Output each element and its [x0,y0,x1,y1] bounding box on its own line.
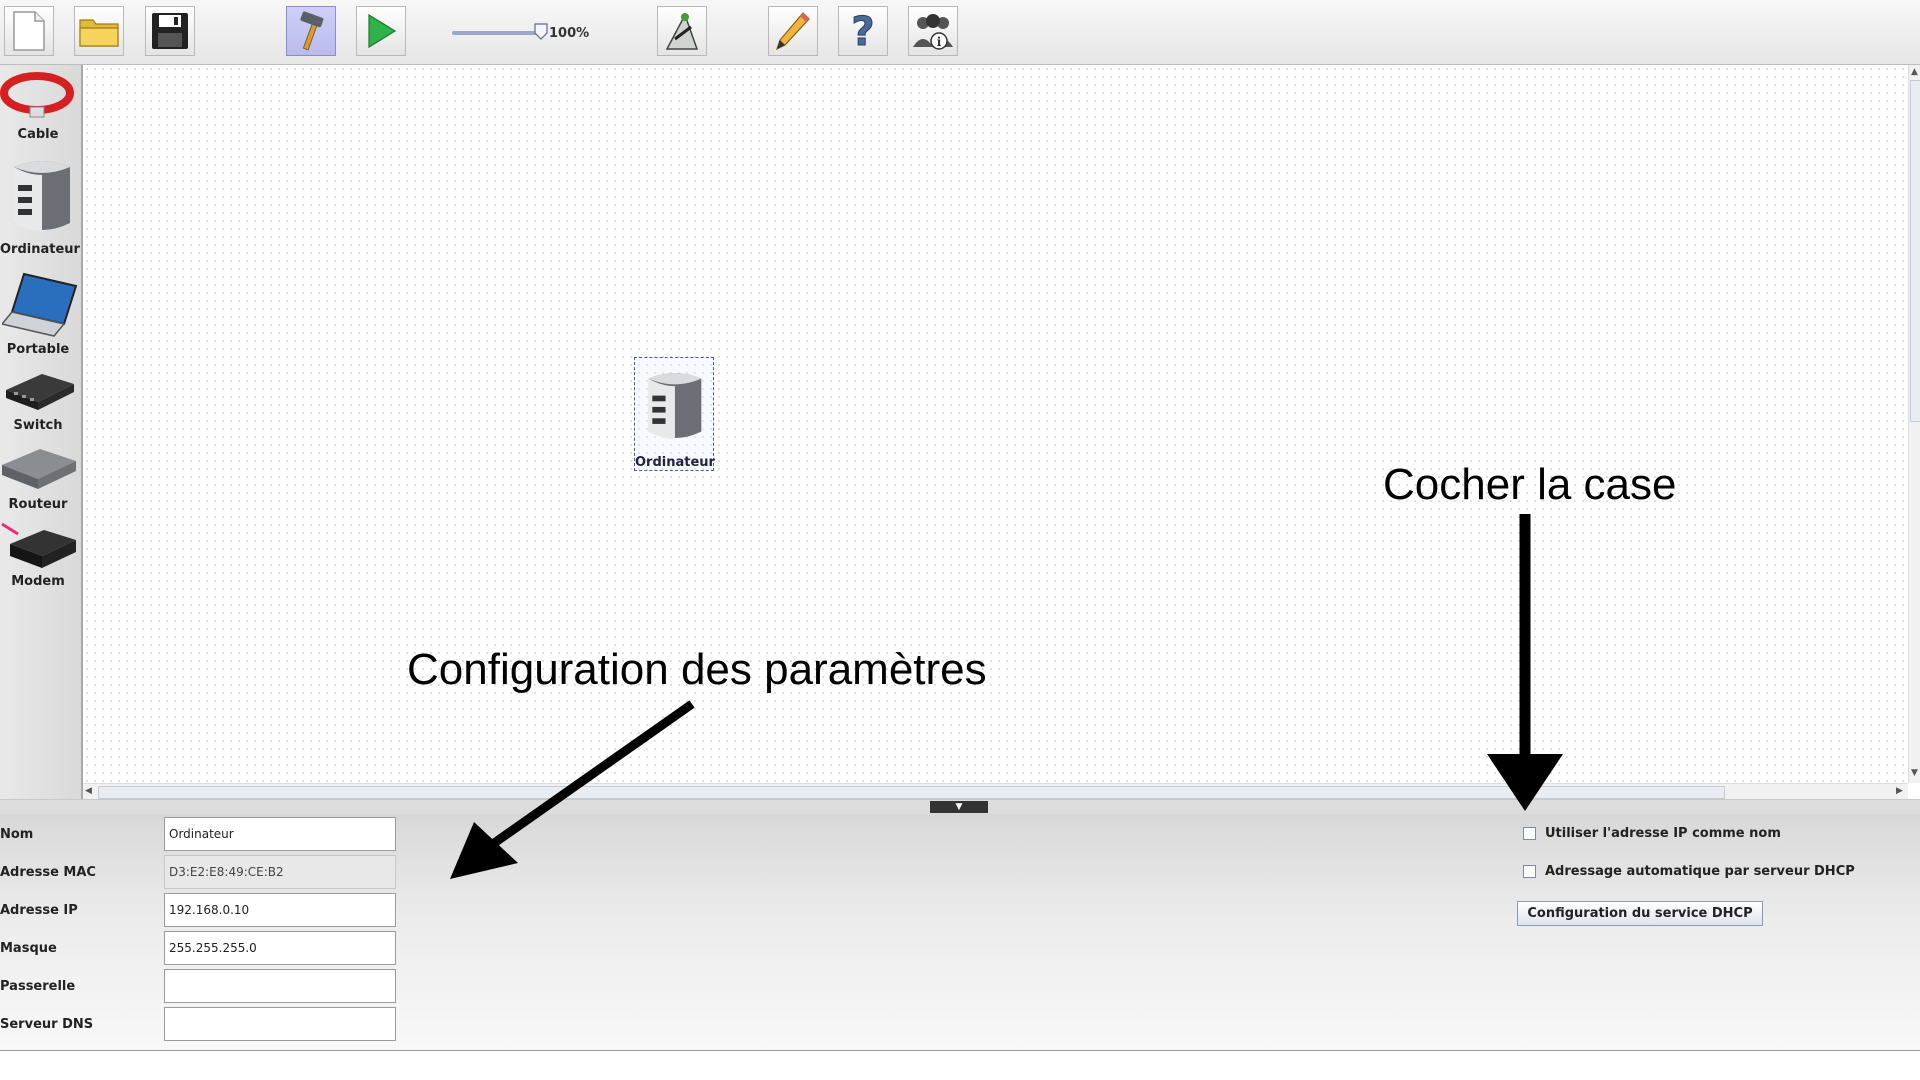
palette-item-label: Routeur [8,497,68,512]
open-button[interactable] [74,6,124,56]
checkbox-box[interactable] [1523,864,1536,878]
checkbox-box[interactable] [1523,826,1536,840]
canvas-node-ordinateur[interactable]: Ordinateur [634,357,715,471]
palette-item-cable[interactable]: Cable [0,67,81,147]
zoom-thumb-icon[interactable] [534,23,548,41]
palette-item-modem[interactable]: Modem [0,514,81,594]
vertical-scroll-thumb[interactable] [1910,80,1920,422]
computer-icon [14,161,70,231]
computer-icon [648,373,702,439]
palette-item-label: Cable [17,127,59,142]
design-mode-button[interactable] [286,6,336,56]
about-button[interactable]: i [908,6,958,56]
dhcp-config-button[interactable]: Configuration du service DHCP [1517,901,1763,926]
svg-text:i: i [937,35,942,49]
palette-item-label: Ordinateur [0,242,80,257]
field-label: Serveur DNS [0,1017,94,1032]
new-file-icon [13,11,45,51]
scroll-right-icon[interactable]: ▶ [1896,786,1903,796]
palette-item-switch[interactable]: Switch [0,362,81,437]
network-tool-icon [665,13,699,50]
panel-divider[interactable]: ▼ [0,799,1920,815]
svg-text:?: ? [851,9,874,53]
network-tool-button[interactable] [657,6,707,56]
network-canvas[interactable] [83,65,1908,783]
horizontal-scroll-thumb[interactable] [98,786,1725,799]
palette-item-label: Switch [13,418,63,433]
field-label: Nom [0,827,34,842]
collapse-handle[interactable]: ▼ [930,801,988,813]
switch-icon [6,374,74,410]
palette-item-ordinateur[interactable]: Ordinateur [0,147,81,262]
zoom-value: 100% [549,26,590,41]
open-folder-icon [79,19,119,47]
netmask-field[interactable] [164,931,396,965]
scroll-left-icon[interactable]: ◀ [85,786,92,796]
modem-icon [1,522,76,568]
palette-item-portable[interactable]: Portable [0,262,81,362]
pencil-icon [775,12,810,51]
checkbox-label: Utiliser l'adresse IP comme nom [1545,825,1781,841]
toolbar: 100% ? i [0,0,1920,65]
zoom-slider[interactable]: 100% [452,22,590,44]
new-file-button[interactable] [4,6,54,56]
properties-panel: Nom Adresse MAC Adresse IP Masque Passer… [0,814,1920,1051]
scroll-down-icon[interactable]: ▼ [1911,768,1918,778]
annotation-config-text: Configuration des paramètres [407,645,987,694]
chevron-down-icon: ▼ [955,802,963,812]
gateway-field[interactable] [164,969,396,1003]
mac-address-field [164,855,396,889]
save-button[interactable] [145,6,195,56]
save-icon [152,13,188,49]
palette-item-label: Portable [6,342,70,357]
scroll-up-icon[interactable]: ▲ [1911,67,1918,77]
zoom-track[interactable] [452,31,540,35]
about-icon: i [913,14,953,50]
dns-server-field[interactable] [164,1007,396,1041]
help-icon: ? [851,9,875,53]
cable-icon [0,72,74,118]
vertical-scrollbar[interactable]: ▲ ▼ [1908,65,1920,783]
annotation-checkbox-text: Cocher la case [1383,460,1677,509]
ip-address-field[interactable] [164,893,396,927]
laptop-icon [2,272,78,337]
field-label: Masque [0,941,57,956]
component-palette: Cable Ordinateur Portable Switch Routeur… [0,65,83,800]
router-icon [2,449,76,489]
palette-item-label: Modem [11,574,65,589]
horizontal-scrollbar[interactable]: ◀ ▶ [83,783,1908,799]
name-field[interactable] [164,817,396,851]
palette-item-routeur[interactable]: Routeur [0,437,81,514]
checkbox-label: Adressage automatique par serveur DHCP [1545,863,1855,879]
edit-button[interactable] [768,6,818,56]
simulation-mode-button[interactable] [356,6,406,56]
hammer-icon [300,11,324,51]
help-button[interactable]: ? [838,6,888,56]
field-label: Adresse IP [0,903,78,918]
use-ip-as-name-checkbox[interactable]: Utiliser l'adresse IP comme nom [1523,823,1781,843]
node-label: Ordinateur [635,455,715,470]
play-icon [368,13,397,49]
field-label: Passerelle [0,979,76,994]
field-label: Adresse MAC [0,865,96,880]
dhcp-auto-checkbox[interactable]: Adressage automatique par serveur DHCP [1523,861,1855,881]
